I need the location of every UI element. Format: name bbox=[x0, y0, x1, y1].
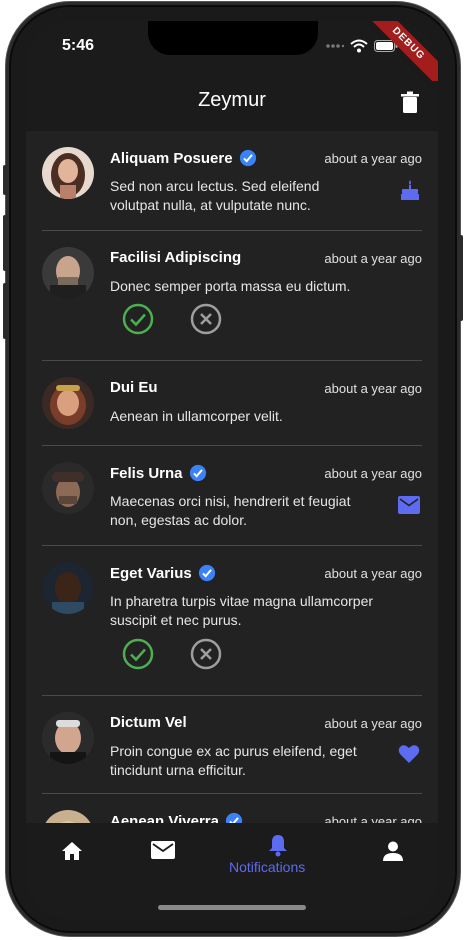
avatar bbox=[42, 562, 94, 614]
notification-name: Felis Urna bbox=[110, 464, 183, 482]
avatar bbox=[42, 247, 94, 299]
notification-time: about a year ago bbox=[324, 716, 422, 731]
signal-icon bbox=[326, 44, 344, 48]
notification-name: Facilisi Adipiscing bbox=[110, 249, 242, 266]
notification-name: Eget Varius bbox=[110, 564, 192, 582]
cake-icon bbox=[401, 180, 419, 200]
notification-message: Aenean in ullamcorper velit. bbox=[110, 408, 283, 424]
list-item[interactable]: Eget Varius about a year ago In pharetra… bbox=[42, 546, 422, 696]
bell-icon[interactable] bbox=[268, 833, 288, 857]
notification-name-row: Aenean Viverra bbox=[110, 812, 243, 823]
notification-name: Dui Eu bbox=[110, 379, 158, 396]
verified-icon bbox=[225, 812, 243, 823]
power-button bbox=[459, 235, 463, 321]
heart-icon bbox=[398, 745, 420, 763]
verified-icon bbox=[189, 464, 206, 482]
list-item[interactable]: Dui Eu about a year ago Aenean in ullamc… bbox=[42, 361, 422, 446]
list-item[interactable]: Aenean Viverra about a year ago bbox=[42, 794, 422, 823]
list-item[interactable]: Aliquam Posuere about a year ago Sed non… bbox=[42, 131, 422, 231]
notification-time: about a year ago bbox=[324, 251, 422, 266]
reject-icon[interactable] bbox=[190, 638, 222, 670]
wifi-icon bbox=[350, 39, 368, 53]
request-actions bbox=[122, 303, 222, 335]
verified-icon bbox=[239, 149, 256, 167]
list-item[interactable]: Facilisi Adipiscing about a year ago Don… bbox=[42, 231, 422, 361]
avatar bbox=[42, 462, 94, 514]
notification-time: about a year ago bbox=[324, 566, 422, 581]
nav-label-notifications[interactable]: Notifications bbox=[229, 859, 305, 875]
notch bbox=[148, 21, 318, 55]
notification-name: Aliquam Posuere bbox=[110, 149, 233, 167]
mail-icon[interactable] bbox=[151, 841, 175, 859]
home-icon[interactable] bbox=[61, 841, 83, 861]
person-icon[interactable] bbox=[383, 841, 403, 861]
volume-down-button bbox=[3, 283, 7, 339]
notification-time: about a year ago bbox=[324, 814, 422, 823]
notification-message: Proin congue ex ac purus eleifend, eget … bbox=[110, 743, 357, 778]
notification-message: In pharetra turpis vitae magna ullamcorp… bbox=[110, 593, 374, 628]
notification-time: about a year ago bbox=[324, 151, 422, 166]
reject-icon[interactable] bbox=[190, 303, 222, 335]
status-time: 5:46 bbox=[62, 37, 95, 54]
accept-icon[interactable] bbox=[122, 303, 154, 335]
notification-time: about a year ago bbox=[324, 466, 422, 481]
notification-message: Donec semper porta massa eu dictum. bbox=[110, 278, 351, 294]
home-indicator[interactable] bbox=[158, 905, 306, 910]
notification-name-row: Dictum Vel bbox=[110, 714, 187, 731]
request-actions bbox=[122, 638, 222, 670]
volume-up-button bbox=[3, 215, 7, 271]
notification-name-row: Eget Varius bbox=[110, 564, 216, 582]
notification-name: Aenean Viverra bbox=[110, 812, 219, 824]
notification-time: about a year ago bbox=[324, 381, 422, 396]
mute-switch bbox=[3, 165, 7, 195]
list-item[interactable]: Dictum Vel about a year ago Proin congue… bbox=[42, 696, 422, 794]
avatar bbox=[42, 147, 94, 199]
status-icons bbox=[326, 39, 398, 53]
notification-name: Dictum Vel bbox=[110, 714, 187, 731]
app-bar: Zeymur bbox=[26, 81, 438, 131]
avatar bbox=[42, 377, 94, 429]
list-item[interactable]: Felis Urna about a year ago Maecenas orc… bbox=[42, 446, 422, 546]
notification-name-row: Aliquam Posuere bbox=[110, 149, 257, 167]
notification-message: Sed non arcu lectus. Sed eleifend volutp… bbox=[110, 178, 320, 213]
app-screen: 5:46 DEBUG Zeymur Aliquam Posuere about … bbox=[26, 21, 438, 919]
notification-name-row: Dui Eu bbox=[110, 379, 158, 396]
notification-message: Maecenas orci nisi, hendrerit et feugiat… bbox=[110, 493, 351, 528]
mail-icon bbox=[398, 496, 420, 514]
page-title: Zeymur bbox=[198, 89, 266, 111]
avatar bbox=[42, 712, 94, 764]
accept-icon[interactable] bbox=[122, 638, 154, 670]
verified-icon bbox=[198, 564, 215, 582]
notification-list[interactable]: Aliquam Posuere about a year ago Sed non… bbox=[26, 131, 438, 823]
avatar bbox=[42, 810, 94, 823]
notification-name-row: Facilisi Adipiscing bbox=[110, 249, 241, 266]
trash-icon[interactable] bbox=[400, 91, 420, 113]
notification-name-row: Felis Urna bbox=[110, 464, 207, 482]
